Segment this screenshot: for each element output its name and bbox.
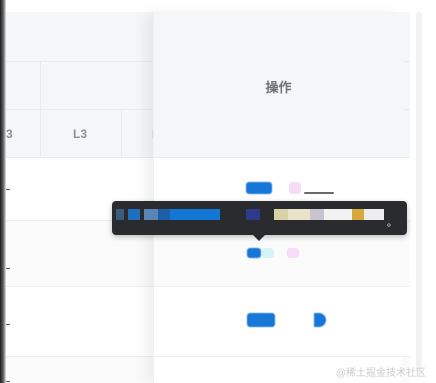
action-link-underline [304,192,334,194]
page-margin [410,0,436,383]
actions-header-cell: 操作 [154,12,403,158]
cell-mark [6,381,10,382]
watermark: @稀土掘金技术社区 [335,368,426,379]
tooltip-text-blurred [170,209,220,220]
action-button-secondary[interactable] [287,248,299,258]
cell-mark [6,324,10,325]
tooltip-text-blurred [116,209,124,220]
action-button-primary[interactable] [247,313,275,327]
cell-mark [6,268,10,269]
actions-header-title: 操作 [265,80,292,95]
tooltip-text-blurred [310,209,324,220]
tooltip-text-blurred [144,209,158,220]
actions-row [154,287,403,357]
tooltip-end-mark: 。 [387,218,397,229]
column-header-partial-left: 3 [6,127,13,141]
action-button-primary[interactable] [246,182,272,194]
cell-mark [6,189,10,190]
tooltip-text-blurred [158,209,170,220]
tooltip-text-blurred [352,209,364,220]
column-header-l3[interactable]: L3 [73,127,87,141]
action-button-secondary[interactable] [289,182,301,194]
tooltip-text-blurred [246,209,260,220]
vertical-scrollbar[interactable] [416,12,422,372]
cell-tooltip: 。 [112,201,407,241]
action-button-more[interactable] [314,313,326,327]
tooltip-text-blurred [324,209,352,220]
action-button-primary[interactable] [247,248,261,258]
tooltip-text-blurred [128,209,140,220]
tooltip-text-blurred [274,209,288,220]
tooltip-text-blurred [288,209,310,220]
actions-column: 操作 [153,12,403,383]
tooltip-text-blurred [364,209,384,220]
tooltip-arrow [253,235,265,241]
action-button-tertiary[interactable] [262,248,274,258]
